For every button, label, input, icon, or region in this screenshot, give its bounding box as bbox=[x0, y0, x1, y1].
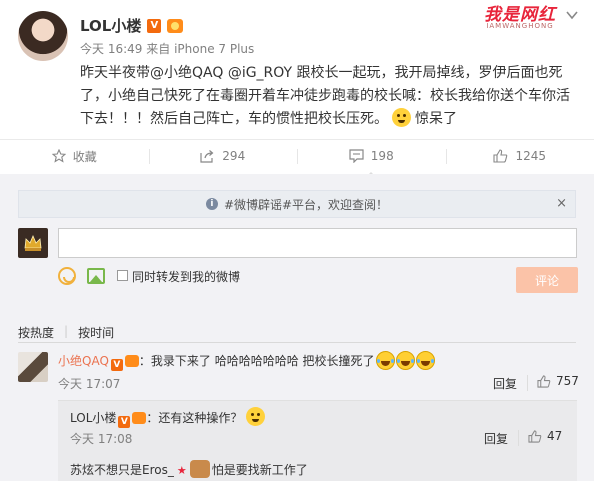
rumor-notice: i #微博辟谣#平台，欢迎查阅！ × bbox=[18, 190, 576, 218]
star-badge-icon: ★ bbox=[176, 464, 187, 477]
replier-name[interactable]: 苏炫不想只是Eros_ bbox=[70, 463, 174, 477]
repost-checkbox[interactable] bbox=[117, 270, 128, 281]
repost-icon bbox=[200, 150, 214, 163]
action-bar: 收藏 294 198 1245 bbox=[0, 139, 594, 178]
watermark-sub: IAMWANGHONG bbox=[486, 22, 554, 30]
laugh-cry-emoji-icon bbox=[415, 351, 435, 370]
thumbs-up-icon bbox=[528, 429, 542, 443]
reply-button[interactable]: 回复 bbox=[484, 430, 508, 447]
reply-like-button[interactable]: 47 bbox=[528, 429, 562, 443]
reply-thread: LOL小楼 V ：还有这种操作？ 今天 17:08 回复 47 苏炫不想只是Eros… bbox=[58, 400, 577, 481]
repost-count: 294 bbox=[222, 149, 246, 163]
comment-input[interactable] bbox=[58, 228, 577, 258]
thumbs-up-icon bbox=[537, 374, 551, 388]
comment-like-count: 757 bbox=[556, 374, 579, 388]
post-text-end: 惊呆了 bbox=[415, 111, 457, 127]
crown-avatar-icon bbox=[24, 234, 42, 251]
emoji-picker-icon[interactable] bbox=[58, 267, 76, 285]
post-text: 昨天半夜带@小绝QAQ @iG_ROY 跟校长一起玩，我开局掉线，罗伊后面也死了… bbox=[80, 65, 570, 127]
post-content: 昨天半夜带@小绝QAQ @iG_ROY 跟校长一起玩，我开局掉线，罗伊后面也死了… bbox=[80, 62, 570, 131]
favorite-button[interactable]: 收藏 bbox=[0, 140, 149, 172]
sort-divider-line bbox=[18, 342, 576, 343]
sort-by-hot[interactable]: 按热度 bbox=[18, 324, 54, 341]
doge-emoji-icon bbox=[189, 460, 210, 478]
reply-text: 还有这种操作？ bbox=[158, 411, 243, 425]
watermark-logo: 我是网红 IAMWANGHONG bbox=[474, 0, 566, 30]
close-icon[interactable]: × bbox=[556, 196, 567, 211]
comment-like-button[interactable]: 757 bbox=[537, 374, 579, 388]
star-icon bbox=[51, 149, 66, 163]
reply-row: 苏炫不想只是Eros_ ★ 怕是要找新工作了 bbox=[70, 459, 308, 478]
divider bbox=[527, 375, 528, 391]
verified-icon: V bbox=[110, 359, 123, 371]
reply-button[interactable]: 回复 bbox=[493, 375, 517, 392]
commenter-avatar[interactable] bbox=[18, 352, 48, 382]
author-name[interactable]: LOL小楼 bbox=[80, 15, 141, 36]
comment-count: 198 bbox=[370, 149, 394, 163]
reply-text: 怕是要找新工作了 bbox=[211, 463, 308, 477]
comment-sort-bar: 按热度 | 按时间 bbox=[18, 324, 114, 341]
repost-button[interactable]: 294 bbox=[148, 140, 298, 172]
vip-icon bbox=[124, 355, 139, 367]
vip-icon bbox=[132, 412, 147, 424]
replier-name[interactable]: LOL小楼 bbox=[70, 411, 116, 425]
laugh-cry-emoji-icon bbox=[395, 351, 415, 370]
post-source-prefix: 来自 bbox=[146, 42, 171, 56]
reply-separator: ： bbox=[146, 411, 159, 425]
divider bbox=[518, 430, 519, 446]
shocked-emoji-icon bbox=[392, 108, 411, 127]
comment-text: 我录下来了 哈哈哈哈哈哈哈 把校长撞死了 bbox=[150, 354, 375, 368]
author-avatar[interactable] bbox=[18, 11, 68, 61]
post-meta: 今天 16:49 来自 iPhone 7 Plus bbox=[80, 40, 254, 57]
reply-time: 今天 17:08 bbox=[70, 432, 133, 446]
like-button[interactable]: 1245 bbox=[445, 140, 594, 172]
thumbs-up-icon bbox=[493, 149, 508, 163]
verified-icon: V bbox=[118, 416, 131, 428]
commenter-name[interactable]: 小绝QAQ bbox=[58, 354, 109, 368]
reply-row: LOL小楼 V ：还有这种操作？ bbox=[70, 407, 269, 428]
post-source[interactable]: iPhone 7 Plus bbox=[174, 42, 254, 56]
submit-comment-button[interactable]: 评论 bbox=[516, 267, 578, 293]
vip-icon[interactable] bbox=[167, 18, 184, 33]
sort-by-time[interactable]: 按时间 bbox=[78, 324, 114, 341]
comment-separator: ： bbox=[138, 354, 151, 368]
reply-like-count: 47 bbox=[547, 429, 563, 443]
repost-checkbox-label[interactable]: 同时转发到我的微博 bbox=[132, 268, 240, 285]
post-time[interactable]: 今天 16:49 bbox=[80, 42, 142, 56]
like-count: 1245 bbox=[515, 149, 547, 163]
comment-row: 小绝QAQ V ：我录下来了 哈哈哈哈哈哈哈 把校长撞死了 bbox=[58, 350, 435, 371]
comment-button[interactable]: 198 bbox=[297, 140, 446, 178]
shocked-emoji-icon bbox=[246, 407, 266, 426]
comment-area: i #微博辟谣#平台，欢迎查阅！ × 同时转发到我的微博 评论 按热度 | 按时… bbox=[0, 174, 594, 481]
favorite-label: 收藏 bbox=[72, 149, 97, 164]
chevron-down-icon[interactable] bbox=[565, 8, 579, 22]
notice-text[interactable]: #微博辟谣#平台，欢迎查阅！ bbox=[224, 196, 388, 213]
sort-divider: | bbox=[64, 324, 69, 338]
author-name-row: LOL小楼 V bbox=[80, 15, 184, 36]
info-icon: i bbox=[205, 198, 218, 210]
my-avatar[interactable] bbox=[18, 228, 48, 258]
verified-icon[interactable]: V bbox=[147, 18, 162, 33]
image-upload-icon[interactable] bbox=[87, 268, 105, 284]
laugh-cry-emoji-icon bbox=[375, 351, 395, 370]
comment-time: 今天 17:07 bbox=[58, 377, 121, 391]
comment-icon bbox=[349, 149, 364, 163]
